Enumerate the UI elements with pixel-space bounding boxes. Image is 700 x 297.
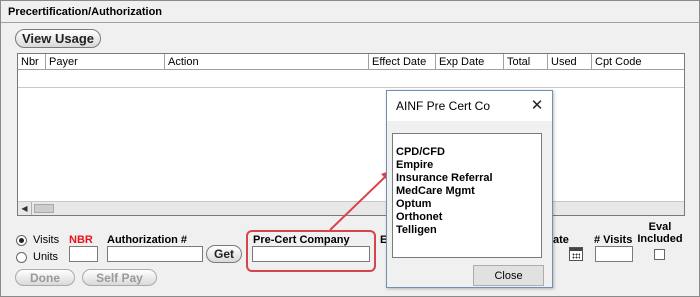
close-icon[interactable]: ✕ [530,96,544,114]
list-item[interactable]: Empire [396,159,433,171]
dialog-title: AINF Pre Cert Co [396,99,491,113]
list-item[interactable]: Optum [396,198,431,210]
close-button[interactable]: Close [473,265,544,286]
company-listbox[interactable]: CPD/CFD Empire Insurance Referral MedCar… [392,133,542,258]
callout-arrow [329,170,392,231]
list-item[interactable]: Insurance Referral [396,172,493,184]
list-item[interactable]: CPD/CFD [396,146,445,158]
list-item[interactable]: Telligen [396,224,437,236]
dialog-body: CPD/CFD Empire Insurance Referral MedCar… [387,121,552,287]
list-item[interactable]: MedCare Mgmt [396,185,475,197]
precert-company-dialog: AINF Pre Cert Co ✕ CPD/CFD Empire Insura… [386,90,553,288]
list-item[interactable]: Orthonet [396,211,442,223]
